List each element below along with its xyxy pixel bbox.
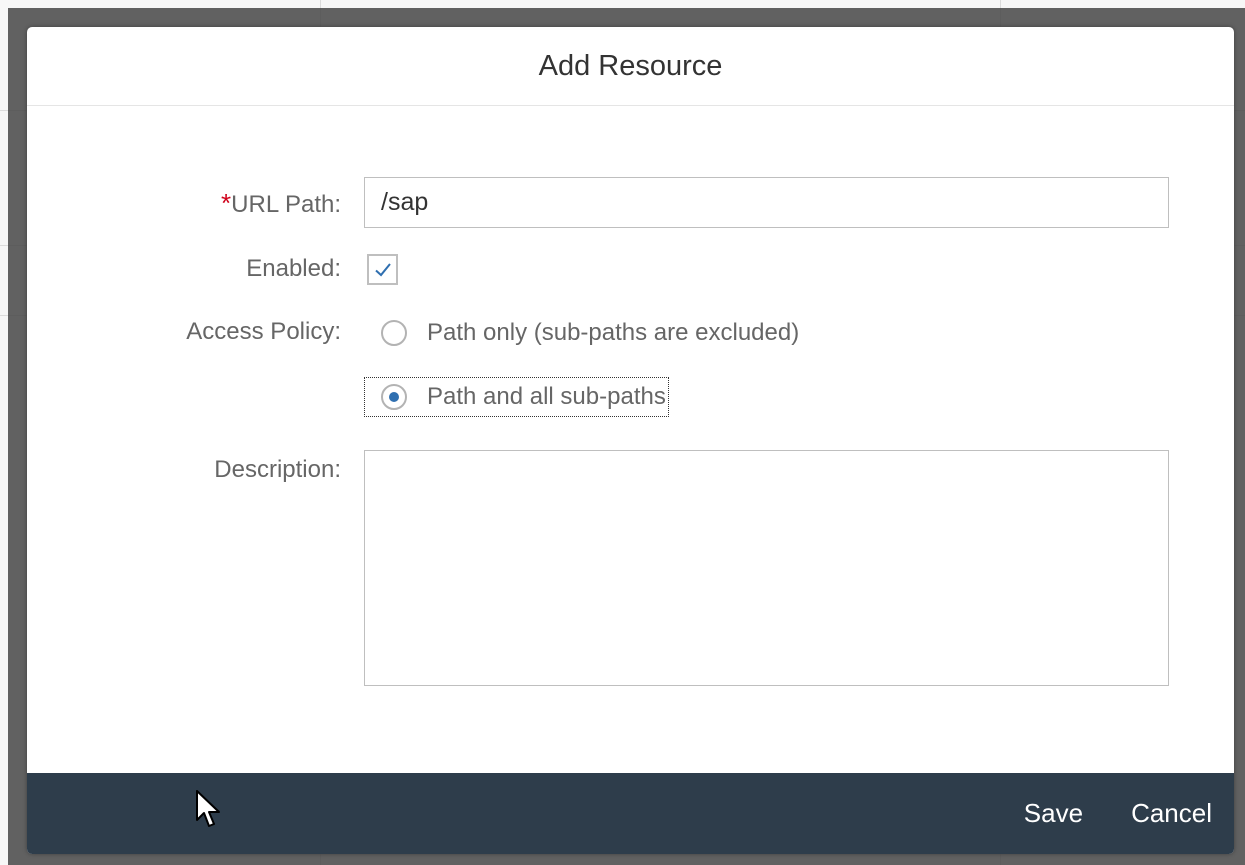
access-policy-label: Access Policy: <box>186 318 341 345</box>
description-label: Description: <box>214 456 341 483</box>
radio-path-and-subpaths-label: Path and all sub-paths <box>427 383 666 410</box>
mouse-cursor-icon <box>196 790 220 827</box>
radio-selected-icon <box>381 384 407 410</box>
required-marker: * <box>221 188 232 218</box>
radio-path-only[interactable]: Path only (sub-paths are excluded) <box>381 314 799 352</box>
enabled-label: Enabled: <box>246 255 341 282</box>
radio-path-only-label: Path only (sub-paths are excluded) <box>427 319 800 346</box>
radio-unselected-icon <box>381 320 407 346</box>
dialog-title: Add Resource <box>27 27 1234 106</box>
add-resource-dialog: Add Resource *URL Path: Enabled: Access … <box>27 27 1234 854</box>
cancel-button[interactable]: Cancel <box>1083 798 1212 829</box>
radio-path-and-subpaths[interactable]: Path and all sub-paths <box>364 377 669 417</box>
enabled-checkbox[interactable] <box>367 254 398 285</box>
url-path-input[interactable] <box>364 177 1169 228</box>
description-textarea[interactable] <box>364 450 1169 686</box>
url-path-label: *URL Path: <box>221 188 341 219</box>
check-icon <box>374 262 391 276</box>
save-button[interactable]: Save <box>976 798 1083 829</box>
url-path-label-text: URL Path: <box>231 191 341 218</box>
